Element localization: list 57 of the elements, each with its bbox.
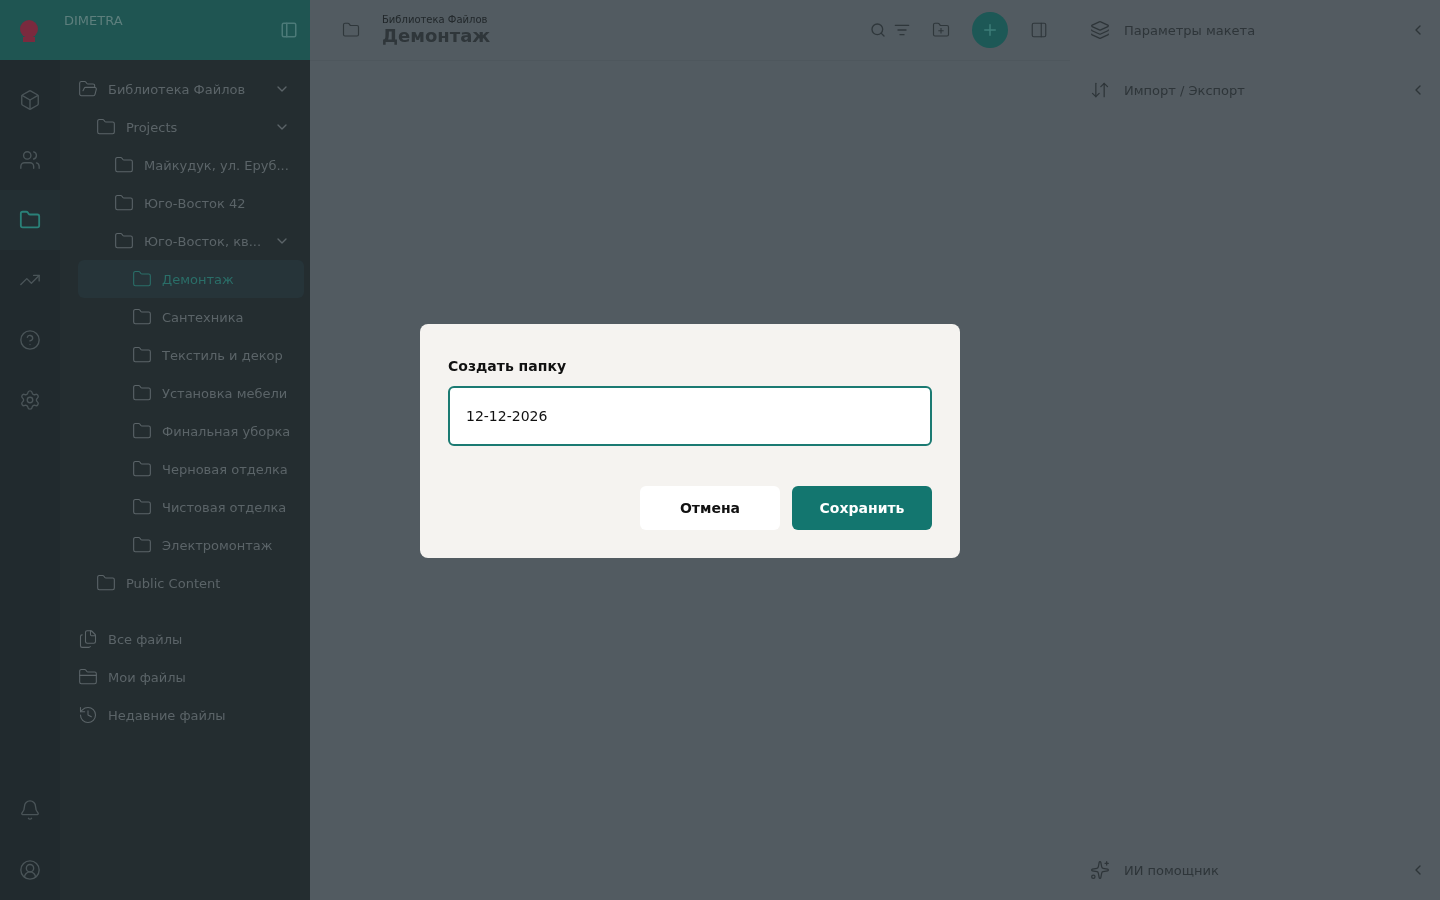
- panel-toggle-icon[interactable]: [1030, 21, 1048, 39]
- tree-item[interactable]: Майкудук, ул. Еруб...: [78, 146, 305, 184]
- folder-icon: [342, 21, 360, 39]
- folder-icon: [132, 307, 152, 327]
- tree-item[interactable]: Демонтаж: [78, 260, 305, 298]
- sparkles-icon: [1090, 860, 1110, 880]
- tree-item[interactable]: Чистовая отделка: [78, 488, 305, 526]
- save-button[interactable]: Сохранить: [792, 485, 932, 530]
- settings-icon: [19, 389, 41, 411]
- folder-icon: [132, 269, 152, 289]
- tree-item[interactable]: Текстиль и декор: [78, 336, 305, 374]
- filter-icon[interactable]: [894, 22, 910, 38]
- tree-item[interactable]: Public Content: [78, 564, 305, 602]
- user-icon: [19, 859, 41, 881]
- folder-icon: [96, 117, 116, 137]
- folder-icon: [132, 421, 152, 441]
- tree-item[interactable]: Электромонтаж: [78, 526, 305, 564]
- sidebar-toggle-icon[interactable]: [280, 21, 298, 39]
- folder-icon: [132, 459, 152, 479]
- users-icon: [19, 149, 41, 171]
- help-icon: [19, 329, 41, 351]
- folder-icon: [114, 193, 134, 213]
- bell-icon: [19, 799, 41, 821]
- tree-item[interactable]: Установка мебели: [78, 374, 305, 412]
- dialog-title: Создать папку: [448, 357, 568, 374]
- folder-icon: [114, 231, 134, 251]
- quick-link[interactable]: Недавние файлы: [78, 696, 305, 734]
- cube-icon: [19, 89, 41, 111]
- folder-icon: [132, 535, 152, 555]
- files-icon: [78, 629, 98, 649]
- tree-item[interactable]: Projects: [78, 108, 305, 146]
- add-button[interactable]: [972, 12, 1008, 48]
- folder-icon: [78, 79, 98, 99]
- quick-link[interactable]: Все файлы: [78, 620, 305, 658]
- arrows-icon: [1090, 80, 1110, 100]
- new-folder-icon[interactable]: [932, 21, 950, 39]
- tree-item[interactable]: Финальная уборка: [78, 412, 305, 450]
- layers-icon: [1090, 20, 1110, 40]
- folder-icon: [132, 383, 152, 403]
- folder-icon: [132, 497, 152, 517]
- tree-item[interactable]: Сантехника: [78, 298, 305, 336]
- history-icon: [78, 705, 98, 725]
- brand-name: DIMETRA: [64, 12, 124, 28]
- tree-item[interactable]: Библиотека Файлов: [78, 70, 305, 108]
- search-icon[interactable]: [870, 22, 886, 38]
- folder-icon: [96, 573, 116, 593]
- tree-item[interactable]: Юго-Восток, кв...: [78, 222, 305, 260]
- folder-icon: [114, 155, 134, 175]
- plus-icon: [981, 21, 999, 39]
- folder-name-field[interactable]: 12-12-2026: [448, 385, 932, 446]
- folder-icon: [19, 209, 41, 231]
- nav-button[interactable]: [0, 190, 60, 250]
- cancel-button[interactable]: Отмена: [640, 485, 780, 530]
- folder-icon: [132, 345, 152, 365]
- tree-item[interactable]: Юго-Восток 42: [78, 184, 305, 222]
- quick-link[interactable]: Мои файлы: [78, 658, 305, 696]
- tree-item[interactable]: Черновая отделка: [78, 450, 305, 488]
